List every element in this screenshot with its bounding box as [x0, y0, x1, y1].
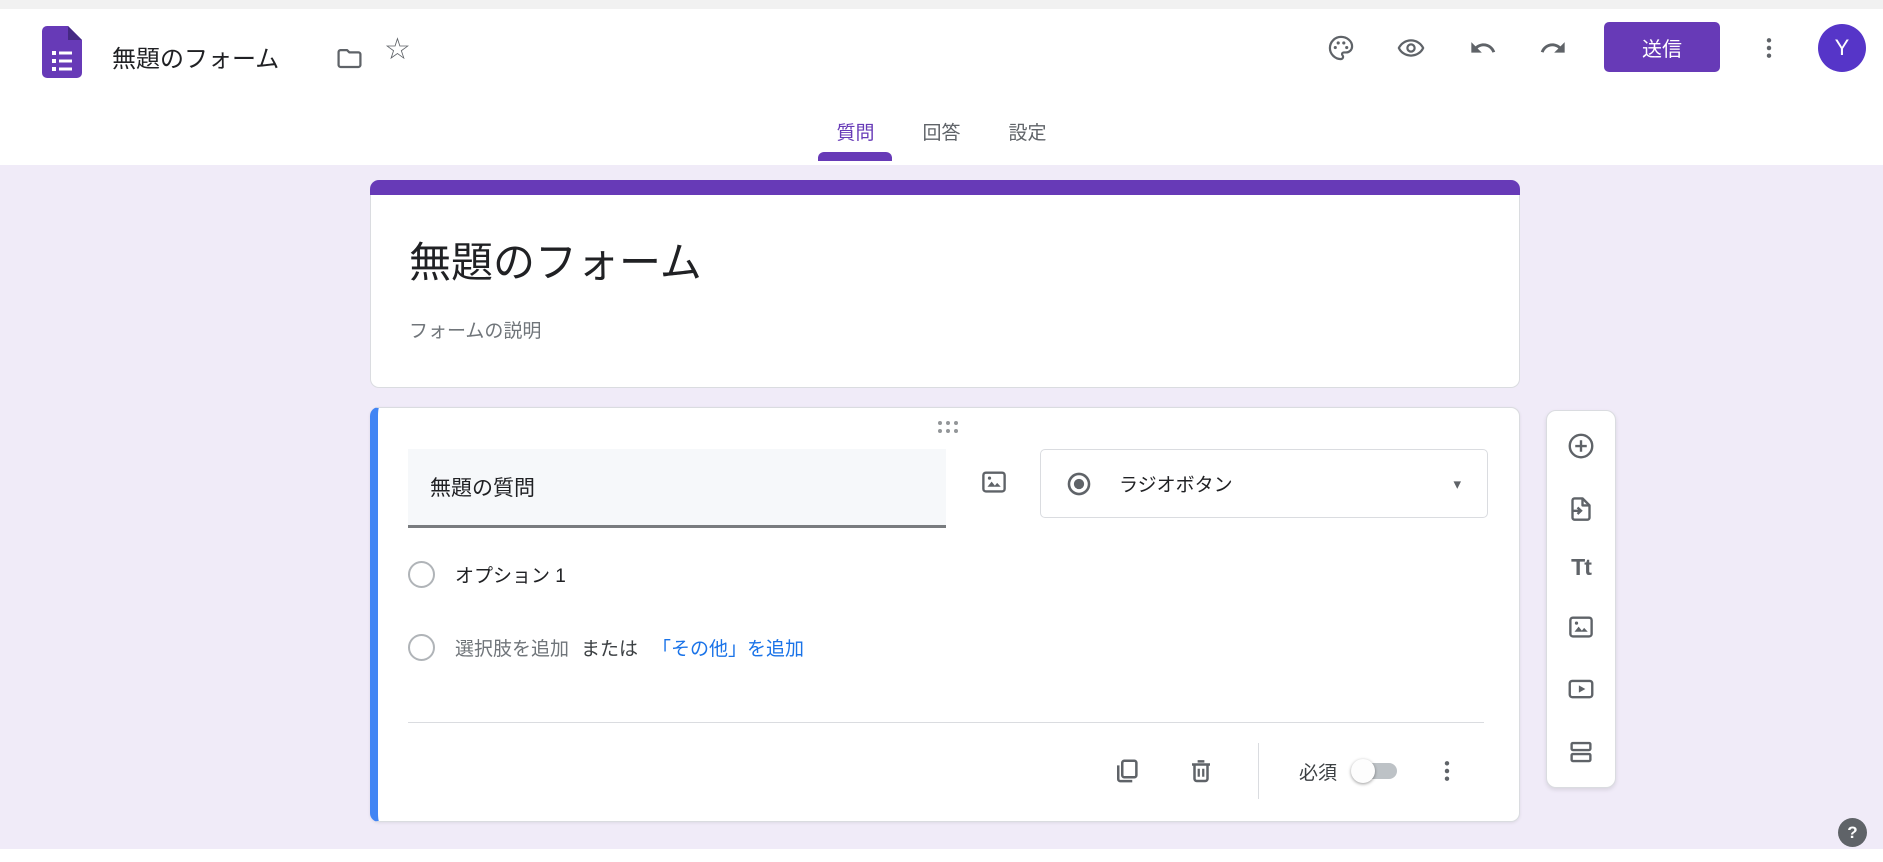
- add-video-icon[interactable]: [1566, 674, 1596, 704]
- form-card-body: 無題のフォーム フォームの説明: [370, 195, 1520, 388]
- option-radio-icon[interactable]: [408, 561, 435, 588]
- option-row: オプション 1: [408, 561, 566, 588]
- delete-trash-icon[interactable]: [1186, 756, 1216, 786]
- footer-divider-vertical: [1258, 743, 1259, 799]
- question-type-dropdown[interactable]: ラジオボタン ▾: [1040, 449, 1488, 518]
- account-avatar[interactable]: Y: [1818, 24, 1866, 72]
- google-forms-editor: 無題のフォーム ☆: [0, 0, 1883, 862]
- add-image-icon[interactable]: [979, 467, 1009, 497]
- drag-handle-icon[interactable]: [938, 421, 958, 433]
- theme-palette-icon[interactable]: [1327, 34, 1355, 62]
- question-card: 無題の質問 ラジオボタン ▾: [370, 407, 1520, 822]
- send-button[interactable]: 送信: [1604, 22, 1720, 72]
- more-vertical-icon[interactable]: [1755, 34, 1783, 62]
- add-section-icon[interactable]: [1566, 737, 1596, 767]
- toggle-knob: [1351, 759, 1375, 783]
- top-edge-strip: [0, 0, 1883, 9]
- tt-text-icon: Tt: [1571, 556, 1591, 579]
- add-question-icon[interactable]: [1566, 431, 1596, 461]
- star-icon[interactable]: ☆: [384, 35, 411, 65]
- preview-eye-icon[interactable]: [1397, 34, 1425, 62]
- question-footer-divider: [408, 722, 1484, 723]
- question-footer-toolbar: 必須: [1112, 742, 1461, 800]
- tab-responses[interactable]: 回答: [920, 110, 962, 161]
- add-option-radio-icon: [408, 634, 435, 661]
- form-card-accent-bar: [370, 180, 1520, 195]
- editor-tabs: 質問 回答 設定: [0, 110, 1883, 161]
- import-questions-icon[interactable]: [1566, 494, 1596, 524]
- chevron-down-icon: ▾: [1453, 475, 1461, 493]
- radio-button-type-icon: [1065, 470, 1093, 498]
- redo-icon[interactable]: [1539, 34, 1567, 62]
- required-label: 必須: [1299, 758, 1337, 785]
- add-image-toolbar-icon[interactable]: [1566, 612, 1596, 642]
- required-toggle[interactable]: [1355, 763, 1397, 779]
- add-option-text[interactable]: 選択肢を追加: [455, 634, 569, 661]
- undo-icon[interactable]: [1469, 34, 1497, 62]
- tab-settings[interactable]: 設定: [1007, 110, 1049, 161]
- move-to-folder-icon[interactable]: [336, 45, 363, 72]
- question-title-input[interactable]: 無題の質問: [408, 449, 946, 528]
- app-header: 無題のフォーム ☆: [0, 9, 1883, 165]
- duplicate-icon[interactable]: [1112, 756, 1142, 786]
- question-more-vertical-icon[interactable]: [1433, 757, 1461, 785]
- add-option-row: 選択肢を追加 または 「その他」を追加: [408, 634, 804, 661]
- add-other-link[interactable]: 「その他」を追加: [652, 634, 804, 661]
- form-title-card: 無題のフォーム フォームの説明: [370, 180, 1520, 388]
- insert-toolbar: Tt: [1546, 410, 1616, 788]
- question-type-value: ラジオボタン: [1119, 470, 1233, 497]
- option-label[interactable]: オプション 1: [455, 561, 566, 588]
- form-editor-canvas: 無題のフォーム フォームの説明 無題の質問: [0, 165, 1883, 849]
- add-title-and-description-icon[interactable]: Tt: [1571, 556, 1591, 579]
- add-option-separator: または: [581, 634, 638, 661]
- form-description-field[interactable]: フォームの説明: [409, 316, 1481, 343]
- forms-logo-icon[interactable]: [42, 26, 82, 78]
- tab-questions[interactable]: 質問: [834, 110, 876, 161]
- form-title-field[interactable]: 無題のフォーム: [409, 229, 1481, 290]
- document-title[interactable]: 無題のフォーム: [112, 39, 279, 74]
- help-icon[interactable]: ?: [1838, 818, 1867, 847]
